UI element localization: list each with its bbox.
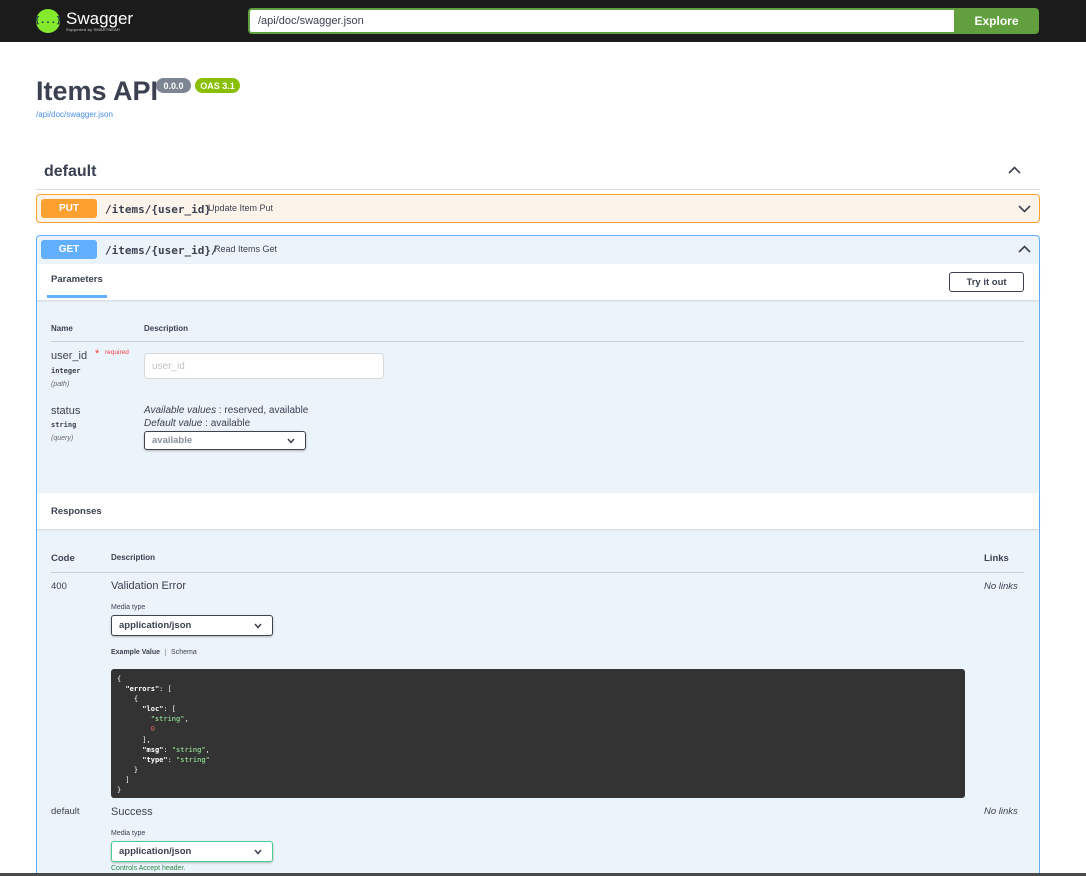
col-head-description: Description	[144, 324, 189, 333]
json-number: 0	[150, 725, 155, 734]
controls-header: Accept	[138, 865, 161, 872]
method-badge-put: PUT	[41, 199, 97, 218]
response-code: 400	[51, 581, 67, 592]
param-type: integer	[51, 367, 81, 375]
logo-subtitle: Supported by SMARTBEAR	[66, 26, 121, 32]
available-values-label: Available values	[144, 405, 217, 416]
default-value-text: : available	[202, 418, 251, 429]
param-type: string	[51, 421, 77, 429]
media-type-select[interactable]: application/json	[111, 615, 273, 636]
json-key: "type"	[142, 755, 168, 764]
media-type-label: Media type	[111, 604, 146, 611]
chevron-up-icon[interactable]	[1018, 245, 1031, 253]
spec-link[interactable]: /api/doc/swagger.json	[36, 110, 113, 119]
col-head-description: Description	[111, 553, 156, 562]
swagger-logo-icon: {...}	[34, 9, 62, 33]
example-json-code: { "errors": [ { "loc": [ "string", 0 ], …	[111, 669, 965, 798]
operation-put-items[interactable]: PUT /items/{user_id} Update Item Put	[36, 194, 1040, 223]
media-type-value: application/json	[119, 846, 192, 857]
json-key: "errors"	[125, 685, 160, 694]
controls-suffix: header.	[160, 865, 186, 872]
divider	[51, 572, 1024, 573]
version-badge: 0.0.0	[156, 78, 191, 93]
tab-parameters[interactable]: Parameters	[47, 264, 107, 298]
swagger-logo[interactable]: {...} Swagger Supported by SMARTBEAR	[34, 8, 133, 34]
operation-path[interactable]: /items/{user_id}/	[105, 244, 218, 257]
chevron-down-icon[interactable]	[1018, 205, 1031, 213]
example-tabs: Example Value Schema	[111, 649, 197, 656]
responses-header: Responses	[37, 493, 1039, 529]
user-id-input[interactable]	[144, 353, 384, 379]
operation-path: /items/{user_id}	[105, 203, 211, 216]
json-string: "string"	[171, 745, 206, 754]
operation-get-items: GET /items/{user_id}/ Read Items Get Par…	[36, 235, 1040, 876]
response-description: Success	[111, 806, 153, 818]
media-type-label: Media type	[111, 830, 146, 837]
logo-text: Swagger Supported by SMARTBEAR	[66, 10, 133, 33]
operation-summary: Update Item Put	[208, 203, 274, 213]
chevron-down-icon	[254, 623, 262, 629]
status-select[interactable]: available	[144, 431, 306, 450]
chevron-up-icon[interactable]	[1008, 166, 1021, 174]
method-badge-get[interactable]: GET	[41, 240, 97, 259]
required-star: *	[95, 348, 100, 360]
controls-prefix: Controls	[111, 865, 139, 872]
responses-title: Responses	[51, 506, 102, 517]
response-links: No links	[984, 581, 1018, 592]
tag-section-default[interactable]: default	[36, 152, 1040, 190]
default-value: Default value : available	[144, 418, 250, 429]
controls-accept-note: Controls Accept header.	[111, 865, 185, 872]
json-string: "string"	[176, 755, 210, 764]
json-brace: {	[117, 675, 122, 683]
param-location: (path)	[51, 381, 70, 388]
oas-badge: OAS 3.1	[195, 78, 240, 93]
divider	[51, 341, 1024, 342]
available-values-text: : reserved, available	[216, 405, 309, 416]
explore-button[interactable]: Explore	[954, 8, 1039, 34]
try-it-out-button[interactable]: Try it out	[949, 272, 1024, 292]
default-value-label: Default value	[144, 418, 203, 429]
operation-summary: Read Items Get	[214, 244, 278, 254]
required-label: required	[105, 349, 129, 356]
chevron-down-icon	[287, 438, 295, 444]
logo-name: Swagger	[66, 8, 134, 28]
json-key: "loc"	[142, 705, 164, 714]
response-code: default	[51, 806, 80, 817]
topbar: {...} Swagger Supported by SMARTBEAR Exp…	[0, 0, 1086, 42]
tab-schema[interactable]: Schema	[166, 649, 197, 656]
tab-example-value[interactable]: Example Value	[111, 649, 167, 656]
response-links: No links	[984, 806, 1018, 817]
col-head-links: Links	[984, 553, 1009, 564]
col-head-name: Name	[51, 324, 73, 333]
response-description: Validation Error	[111, 580, 186, 592]
media-type-value: application/json	[119, 620, 192, 631]
spec-url-input[interactable]	[248, 8, 954, 34]
json-string: "string"	[150, 715, 185, 724]
parameters-header: Parameters Try it out	[37, 264, 1039, 300]
media-type-select[interactable]: application/json	[111, 841, 273, 862]
param-name-user-id: user_id	[51, 350, 88, 362]
json-key: "msg"	[142, 745, 164, 754]
available-values: Available values : reserved, available	[144, 405, 308, 416]
chevron-down-icon	[254, 849, 262, 855]
param-location: (query)	[51, 435, 74, 442]
col-head-code: Code	[51, 553, 75, 564]
tag-name: default	[44, 163, 97, 180]
api-title: Items API	[36, 76, 159, 106]
param-name-status: status	[51, 405, 81, 417]
status-select-value: available	[152, 435, 193, 446]
